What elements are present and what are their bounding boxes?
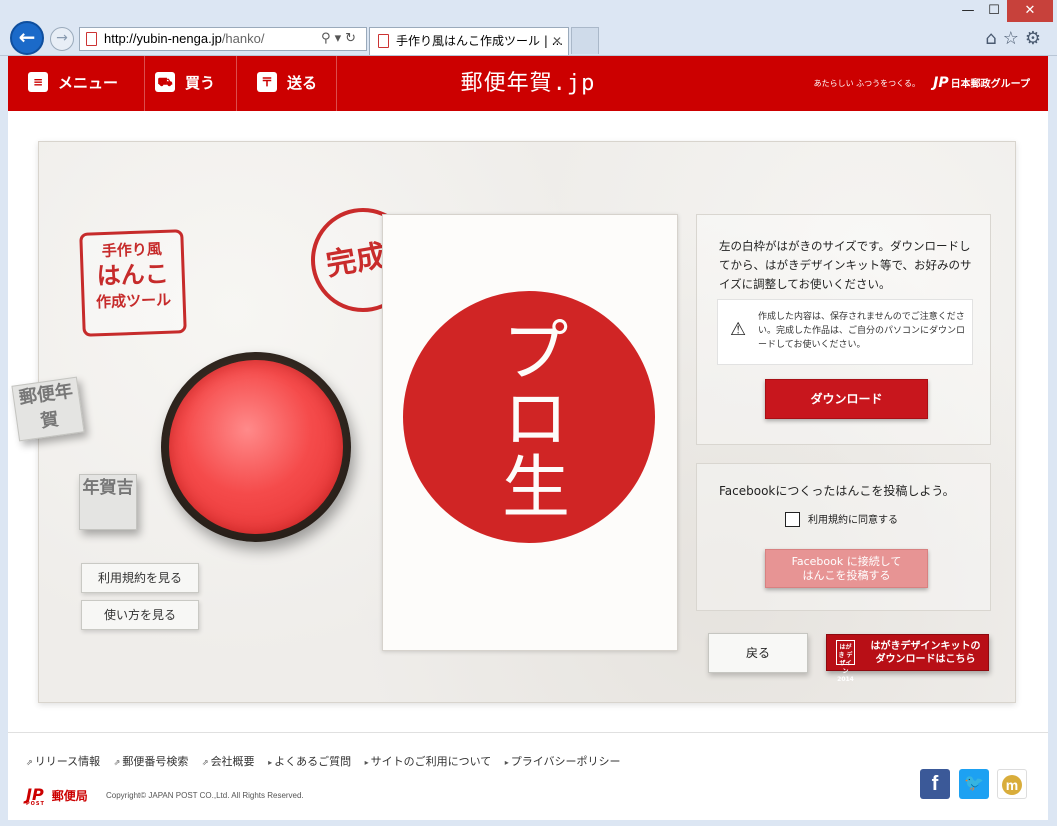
back-button[interactable]: 戻る [708,633,808,673]
url-host: http://yubin-nenga.jp [104,31,222,46]
postcard-preview: プロ生 [382,214,678,651]
footer-link-label: よくあるご質問 [274,755,352,768]
mixi-glyph: m [1002,775,1022,795]
save-notice: ⚠ 作成した内容は、保存されませんのでご注意ください。完成した作品は、ご自分のパ… [717,299,973,365]
footer-link-label: リリース情報 [34,755,101,768]
view-terms-button[interactable]: 利用規約を見る [81,563,199,593]
facebook-icon[interactable]: f [920,769,950,799]
jp-post-name: 郵便局 [51,789,88,803]
japan-post-logo[interactable]: JP 郵便局 POST [26,785,88,807]
address-bar[interactable]: http://yubin-nenga.jp/hanko/ ⚲▾↻ [79,27,367,51]
jp-logo-mark: JP [933,75,949,91]
seal-image: プロ生 [403,291,655,543]
site-footer: ⇗ リリース情報 ⇗ 郵便番号検索 ⇗ 会社概要 ▸ よくあるご質問 ▸ サイトのご利用に… [8,732,1048,820]
stamp-block-icon: 郵便年賀 [11,376,85,442]
tab-favicon-icon [378,34,389,48]
home-favorites-settings-icon[interactable]: ⌂☆⚙ [985,28,1047,49]
ink-pad-surface [169,360,343,534]
url-path: /hanko/ [221,31,265,46]
footer-link-zipcode[interactable]: ⇗ 郵便番号検索 [114,755,189,768]
new-tab-button[interactable] [571,27,599,54]
stamp-block-icon: 年賀吉 [79,474,137,530]
view-howto-button[interactable]: 使い方を見る [81,600,199,630]
logo-line2: はんこ [96,259,170,291]
maximize-icon[interactable]: ☐ [981,0,1007,22]
design-kit-download-button[interactable]: はがき デザイン 2014 はがきデザインキットの ダウンロードはこちら [826,634,989,683]
download-panel: 左の白枠がはがきのサイズです。ダウンロードしてから、はがきデザインキット等で、お… [696,214,991,445]
back-arrow-icon[interactable]: ← [10,21,44,55]
copyright: Copyright© JAPAN POST CO.,Ltd. All Right… [106,791,304,800]
kit-line2: ダウンロードはこちら [875,654,976,665]
notice-text: 作成した内容は、保存されませんのでご注意ください。完成した作品は、ご自分のパソコ… [758,312,966,350]
footer-link-label: プライバシーポリシー [510,755,621,768]
frame-bottom [0,820,1057,826]
window-close-icon[interactable]: ✕ [1007,0,1053,22]
jp-post-sub: POST [26,801,45,807]
footer-link-company[interactable]: ⇗ 会社概要 [202,755,255,768]
twitter-icon[interactable]: 🐦 [959,769,989,799]
footer-link-faq[interactable]: ▸ よくあるご質問 [268,755,351,768]
frame-left [0,56,8,826]
favicon-icon [86,32,97,46]
footer-link-label: 郵便番号検索 [122,755,189,768]
facebook-connect-button[interactable]: Facebook に接続して はんこを投稿する [765,549,928,588]
facebook-prompt: Facebookにつくったはんこを投稿しよう。 [719,484,955,498]
footer-link-privacy[interactable]: ▸ プライバシーポリシー [505,755,621,768]
footer-link-label: 会社概要 [210,755,255,768]
browser-chrome: ← → http://yubin-nenga.jp/hanko/ ⚲▾↻ 手作り… [0,0,1057,56]
fb-connect-line2: はんこを投稿する [802,569,891,582]
design-kit-icon: はがき デザイン 2014 [836,640,855,683]
agree-terms-label: 利用規約に同意する [808,515,898,526]
forward-arrow-icon[interactable]: → [50,27,74,51]
logo-line3: 作成ツール [95,290,172,312]
minimize-icon[interactable]: — [955,0,981,22]
fb-connect-line1: Facebook に接続して [791,555,902,568]
footer-link-release[interactable]: ⇗ リリース情報 [26,755,100,768]
browser-tab[interactable]: 手作り風はんこ作成ツール | ... ✕ [369,27,569,55]
footer-links: ⇗ リリース情報 ⇗ 郵便番号検索 ⇗ 会社概要 ▸ よくあるご質問 ▸ サイトのご利用に… [26,753,631,769]
download-button[interactable]: ダウンロード [765,379,928,419]
jp-group-name: 日本郵政グループ [950,79,1030,90]
tool-canvas: 手作り風 はんこ 作成ツール 郵便年賀 年賀吉 利用規約を見る 使い方を見る 完… [11,141,1016,703]
agree-terms-checkbox[interactable] [785,511,800,527]
tab-title: 手作り風はんこ作成ツール | ... [396,34,564,48]
tool-logo-stamp: 手作り風 はんこ 作成ツール [79,229,187,337]
tab-close-icon[interactable]: ✕ [552,28,562,54]
search-refresh-icon[interactable]: ⚲▾↻ [321,28,360,50]
warning-icon: ⚠ [730,319,747,340]
facebook-panel: Facebookにつくったはんこを投稿しよう。 利用規約に同意する Facebo… [696,463,991,611]
jp-group-logo[interactable]: JP 日本郵政グループ [933,56,1030,112]
mixi-icon[interactable]: m [997,769,1027,799]
site-header: ≡ メニュー ⛟ 買う 〒送る 郵便年賀.jp あたらしい ふつうをつくる。 JP 日… [8,56,1048,111]
address-url: http://yubin-nenga.jp/hanko/ [104,28,264,50]
ink-pad [161,352,351,542]
footer-link-site-usage[interactable]: ▸ サイトのご利用について [365,755,492,768]
download-description: 左の白枠がはがきのサイズです。ダウンロードしてから、はがきデザインキット等で、お… [719,239,972,291]
frame-right [1048,56,1057,826]
seal-text: プロ生 [490,315,569,519]
footer-link-label: サイトのご利用について [370,755,492,768]
tagline: あたらしい ふつうをつくる。 [813,79,920,88]
kit-line1: はがきデザインキットの [870,641,981,652]
agree-terms-row[interactable]: 利用規約に同意する [785,511,898,530]
